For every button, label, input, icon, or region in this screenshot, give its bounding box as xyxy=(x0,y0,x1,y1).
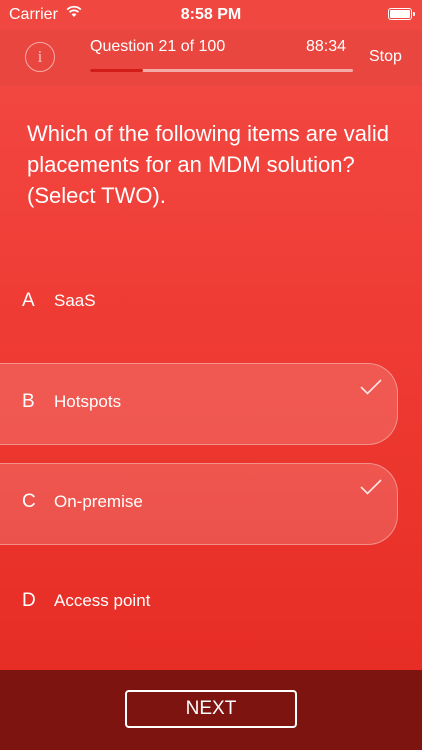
answer-option-b[interactable]: B Hotspots xyxy=(0,363,398,445)
question-text: Which of the following items are valid p… xyxy=(27,121,389,208)
option-letter: A xyxy=(22,290,35,311)
answer-option-d[interactable]: D Access point xyxy=(0,562,398,644)
answer-option-c[interactable]: C On-premise xyxy=(0,463,398,545)
status-bar: Carrier 8:58 PM xyxy=(0,0,422,30)
timer: 88:34 xyxy=(306,38,347,55)
option-letter: D xyxy=(22,590,36,611)
status-time: 8:58 PM xyxy=(180,6,242,23)
option-letter: C xyxy=(22,491,36,512)
battery-icon xyxy=(388,8,415,20)
stop-button[interactable]: Stop xyxy=(369,48,402,66)
next-button[interactable]: NEXT xyxy=(125,690,297,728)
option-text: SaaS xyxy=(54,291,96,310)
option-text: Hotspots xyxy=(54,392,122,411)
option-text: On-premise xyxy=(54,492,143,511)
footer-bar: NEXT xyxy=(0,670,422,750)
question-progress-bar xyxy=(90,69,353,72)
checkmark-icon xyxy=(359,378,383,401)
info-icon[interactable]: i xyxy=(25,42,55,72)
quiz-header: i Question 21 of 100 88:34 Stop xyxy=(0,30,422,86)
question-progress-fill xyxy=(90,69,143,72)
question-progress-label: Question 21 of 100 xyxy=(90,38,226,55)
option-letter: B xyxy=(22,391,35,412)
answer-option-a[interactable]: A SaaS xyxy=(0,262,398,344)
option-text: Access point xyxy=(54,591,151,610)
checkmark-icon xyxy=(359,478,383,501)
